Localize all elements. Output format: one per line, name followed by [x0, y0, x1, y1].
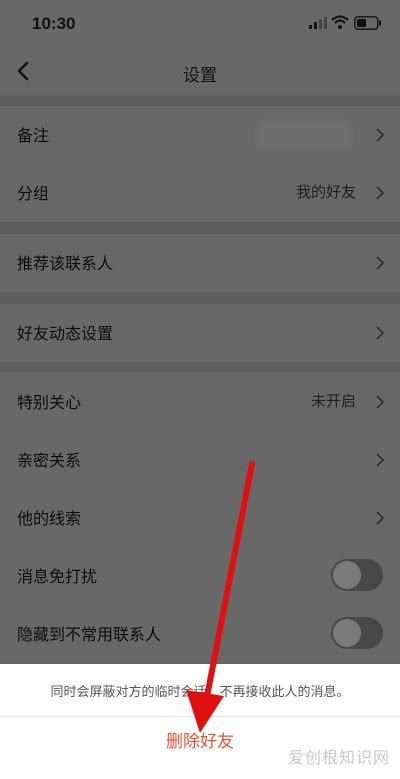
row-special-care[interactable]: 特别关心 未开启	[0, 373, 400, 431]
blurred-remark-value	[256, 120, 352, 150]
chevron-right-icon	[376, 395, 385, 409]
wifi-icon	[331, 15, 349, 29]
chevron-right-icon	[376, 256, 385, 270]
row-intimate-relation[interactable]: 亲密关系	[0, 431, 400, 489]
row-label: 备注	[17, 126, 50, 145]
battery-icon	[354, 16, 381, 30]
toggle-knob	[333, 619, 361, 647]
row-moments-settings[interactable]: 好友动态设置	[0, 304, 400, 362]
row-label: 消息免打扰	[17, 567, 98, 586]
toggle-knob	[333, 561, 361, 589]
chevron-right-icon	[376, 326, 385, 340]
row-label: 隐藏到不常用联系人	[17, 625, 162, 644]
row-clues[interactable]: 他的线索	[0, 489, 400, 547]
row-label: 分组	[17, 184, 50, 203]
settings-group-recommend: 推荐该联系人	[0, 234, 400, 292]
row-value: 我的好友	[295, 183, 356, 201]
row-label: 推荐该联系人	[17, 254, 114, 273]
chevron-right-icon	[376, 453, 385, 467]
page-title: 设置	[183, 66, 217, 86]
signal-icon	[309, 17, 327, 29]
settings-group-basic: 备注 分组 我的好友	[0, 106, 400, 222]
row-group[interactable]: 分组 我的好友	[0, 164, 400, 222]
status-bar: 10:30	[0, 0, 400, 50]
hide-contact-toggle[interactable]	[331, 617, 383, 649]
watermark-text: 爱创根知识网	[287, 748, 390, 767]
row-hide-contact: 隐藏到不常用联系人	[0, 605, 400, 663]
sheet-message: 同时会屏蔽对方的临时会话，不再接收此人的消息。	[50, 685, 350, 700]
row-remark[interactable]: 备注	[0, 106, 400, 164]
chevron-right-icon	[376, 128, 385, 142]
chevron-right-icon	[376, 186, 385, 200]
row-label: 特别关心	[17, 393, 82, 412]
row-label: 他的线索	[17, 509, 82, 528]
settings-group-relation: 特别关心 未开启 亲密关系 他的线索 消息免打扰 隐藏到不常用联系人	[0, 373, 400, 663]
status-time: 10:30	[32, 14, 76, 33]
row-value: 未开启	[310, 392, 356, 410]
do-not-disturb-toggle[interactable]	[331, 559, 383, 591]
settings-group-moments: 好友动态设置	[0, 304, 400, 362]
chevron-right-icon	[376, 511, 385, 525]
row-do-not-disturb: 消息免打扰	[0, 547, 400, 605]
row-label: 亲密关系	[17, 451, 82, 470]
nav-bar: 设置	[0, 50, 400, 95]
row-label: 好友动态设置	[17, 324, 114, 343]
row-recommend-contact[interactable]: 推荐该联系人	[0, 234, 400, 292]
